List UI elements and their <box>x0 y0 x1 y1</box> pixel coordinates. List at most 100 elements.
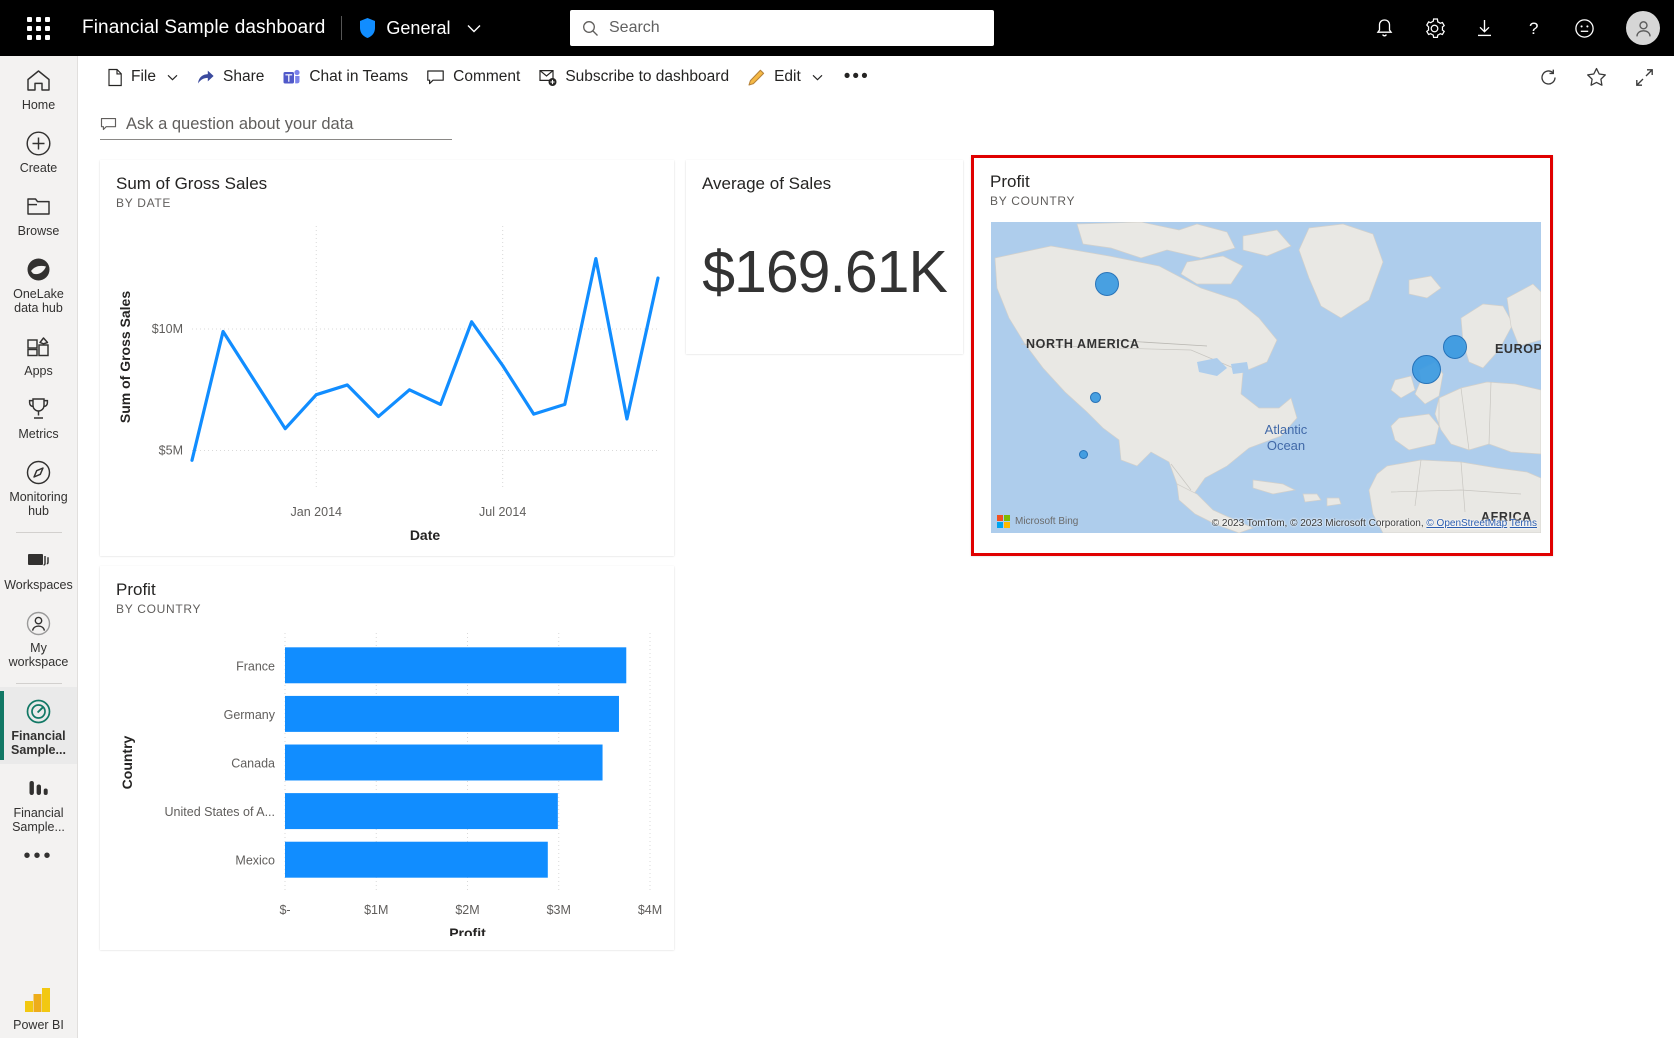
qna-ask-question-bar[interactable]: Ask a question about your data <box>100 110 452 140</box>
map-bubble-canada[interactable] <box>1095 272 1119 296</box>
notifications-bell-icon[interactable] <box>1372 16 1396 40</box>
command-overflow-button[interactable]: ••• <box>832 67 882 86</box>
subscribe-icon <box>538 68 557 87</box>
tile-sum-of-gross-sales[interactable]: Sum of Gross Sales BY DATE $5M $10M Jan 20… <box>100 160 674 556</box>
svg-text:$5M: $5M <box>159 444 183 458</box>
subscribe-button[interactable]: Subscribe to dashboard <box>529 61 738 93</box>
bar-chart-canvas: $- $1M $2M $3M $4M France Germany Canada United … <box>119 633 662 936</box>
favorite-star-icon[interactable] <box>1584 65 1608 89</box>
pencil-icon <box>747 68 766 87</box>
trophy-icon <box>26 394 51 424</box>
sidebar-item-home[interactable]: Home <box>0 56 77 119</box>
workspace-name: General <box>386 17 451 38</box>
sidebar-label: Home <box>21 98 56 112</box>
sidebar-item-my-workspace[interactable]: My workspace <box>0 599 77 676</box>
sidebar-label: Create <box>19 161 58 175</box>
sidebar-item-financial-sample-dashboard[interactable]: Financial Sample... <box>0 687 77 764</box>
left-navigation-rail: Home Create Browse OneLake data hub Apps… <box>0 56 78 1038</box>
power-bi-logo-icon <box>24 984 54 1016</box>
tile-title: Profit <box>990 172 1030 191</box>
kpi-value: $169.61K <box>702 239 948 305</box>
command-bar-right-icons <box>1536 65 1656 89</box>
app-launcher-waffle-icon[interactable] <box>16 6 60 50</box>
file-menu-button[interactable]: File <box>98 61 187 93</box>
sidebar-item-browse[interactable]: Browse <box>0 182 77 245</box>
share-label: Share <box>222 68 265 85</box>
svg-text:Date: Date <box>410 527 441 540</box>
chat-in-teams-button[interactable]: Chat in Teams <box>273 61 417 93</box>
chat-in-teams-label: Chat in Teams <box>309 68 409 85</box>
page-title: Financial Sample dashboard <box>82 17 326 38</box>
svg-text:Sum of Gross Sales: Sum of Gross Sales <box>117 291 133 423</box>
sidebar-item-financial-sample-report[interactable]: Financial Sample... <box>0 764 77 841</box>
map-bubble-germany[interactable] <box>1443 335 1467 359</box>
edit-button[interactable]: Edit <box>738 61 832 93</box>
svg-text:Jul 2014: Jul 2014 <box>479 505 526 519</box>
sidebar-label: Financial Sample... <box>12 806 65 834</box>
report-bars-icon <box>25 773 52 803</box>
svg-text:$2M: $2M <box>455 903 479 917</box>
comment-button[interactable]: Comment <box>417 61 529 93</box>
tile-profit-by-country-map[interactable]: Profit BY COUNTRY NORTH AMERICA EUROP AF… <box>971 155 1553 556</box>
map-base-layer <box>991 222 1541 533</box>
header-icon-group: ? <box>1372 0 1660 56</box>
sidebar-item-apps[interactable]: Apps <box>0 322 77 385</box>
sidebar-item-create[interactable]: Create <box>0 119 77 182</box>
refresh-icon[interactable] <box>1536 65 1560 89</box>
top-header-bar: Financial Sample dashboard General ? <box>0 0 1674 56</box>
sidebar-item-workspaces[interactable]: Workspaces <box>0 536 77 599</box>
terms-link[interactable]: Terms <box>1510 518 1537 529</box>
workspace-selector[interactable]: General <box>358 17 481 39</box>
svg-text:$-: $- <box>279 903 290 917</box>
global-search[interactable] <box>570 10 994 46</box>
onelake-icon <box>25 254 52 284</box>
svg-text:Profit: Profit <box>449 925 486 936</box>
rail-divider <box>15 532 62 533</box>
sidebar-label: Workspaces <box>4 578 73 592</box>
chevron-down-icon <box>459 24 481 33</box>
account-avatar[interactable] <box>1626 11 1660 45</box>
apps-grid-icon <box>25 331 52 361</box>
sidebar-label: Financial Sample... <box>11 729 66 757</box>
tile-subtitle: BY DATE <box>116 196 172 210</box>
settings-gear-icon[interactable] <box>1422 16 1446 40</box>
svg-text:$4M: $4M <box>638 903 662 917</box>
workspaces-stack-icon <box>25 545 53 575</box>
bing-attribution: Microsoft Bing <box>997 515 1078 528</box>
person-circle-icon <box>25 608 52 638</box>
search-input[interactable] <box>609 19 982 37</box>
help-question-icon[interactable]: ? <box>1522 16 1546 40</box>
map-bubble-united-states[interactable] <box>1090 392 1101 403</box>
share-button[interactable]: Share <box>187 61 273 93</box>
sidebar-item-metrics[interactable]: Metrics <box>0 385 77 448</box>
svg-text:Jan 2014: Jan 2014 <box>291 505 342 519</box>
comment-bubble-icon <box>426 69 445 86</box>
bing-label: Microsoft Bing <box>1015 516 1079 527</box>
sidebar-more-button[interactable]: ••• <box>23 841 53 866</box>
svg-text:United States of A...: United States of A... <box>165 805 275 819</box>
download-icon[interactable] <box>1472 16 1496 40</box>
map-canvas[interactable]: NORTH AMERICA EUROPE AFRICA AtlanticOcea… <box>991 222 1541 533</box>
openstreetmap-link[interactable]: © OpenStreetMap <box>1426 518 1507 529</box>
powerbi-brand: Power BI <box>13 984 64 1038</box>
folder-icon <box>25 191 52 221</box>
microsoft-logo-icon <box>997 515 1010 528</box>
home-icon <box>25 65 52 95</box>
svg-text:Germany: Germany <box>224 708 276 722</box>
svg-text:$10M: $10M <box>152 322 183 336</box>
map-bubble-france[interactable] <box>1412 355 1441 384</box>
tile-average-of-sales[interactable]: Average of Sales $169.61K <box>686 160 963 354</box>
fullscreen-icon[interactable] <box>1632 65 1656 89</box>
tile-title: Sum of Gross Sales <box>116 174 268 193</box>
file-label: File <box>131 68 156 85</box>
svg-text:France: France <box>236 659 275 673</box>
sidebar-label: OneLake data hub <box>13 287 64 315</box>
tile-profit-by-country-bar[interactable]: Profit BY COUNTRY $- $1M $2M $3M $4M France Ge… <box>100 566 674 950</box>
subscribe-label: Subscribe to dashboard <box>565 68 730 85</box>
feedback-smiley-icon[interactable] <box>1572 16 1596 40</box>
tile-subtitle: BY COUNTRY <box>990 194 1076 208</box>
sidebar-label: Metrics <box>18 427 59 441</box>
sidebar-item-monitoring-hub[interactable]: Monitoring hub <box>0 448 77 525</box>
sidebar-item-onelake-data-hub[interactable]: OneLake data hub <box>0 245 77 322</box>
map-bubble-mexico[interactable] <box>1079 450 1088 459</box>
